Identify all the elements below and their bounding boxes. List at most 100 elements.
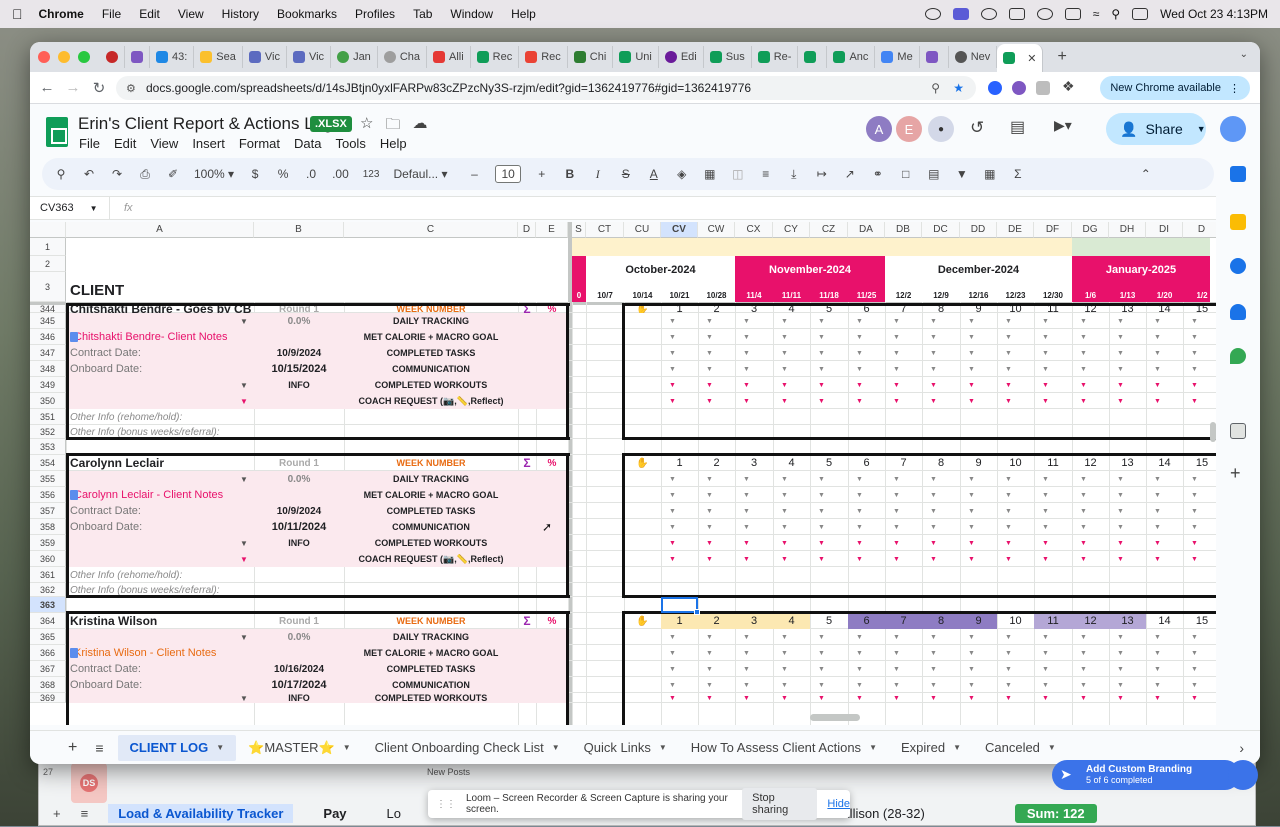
dropdown-arrow-icon[interactable]: ▼	[818, 329, 825, 345]
dropdown-arrow-icon[interactable]: ▼	[893, 629, 900, 645]
cloud-status-icon[interactable]: ☁	[412, 114, 427, 139]
dropdown-arrow-icon[interactable]: ▼	[856, 551, 863, 567]
dropdown-arrow-icon[interactable]: ▼	[669, 645, 676, 661]
row-header[interactable]: 360	[30, 551, 66, 567]
dropdown-arrow-icon[interactable]: ▼	[818, 677, 825, 693]
dropdown-arrow-icon[interactable]: ▼	[856, 329, 863, 345]
dropdown-arrow-icon[interactable]: ▼	[893, 535, 900, 551]
dropdown-arrow-icon[interactable]: ▼	[930, 693, 937, 703]
dropdown-arrow-icon[interactable]: ▼	[1154, 551, 1161, 567]
dropdown-arrow-icon[interactable]: ▼	[1117, 519, 1124, 535]
dropdown-arrow-icon[interactable]: ▼	[743, 645, 750, 661]
dropdown-arrow-icon[interactable]: ▼	[781, 503, 788, 519]
row-header[interactable]: 348	[30, 361, 66, 377]
dropdown-arrow-icon[interactable]: ▼	[781, 693, 788, 703]
row-header[interactable]: 354	[30, 455, 66, 471]
dropdown-arrow-icon[interactable]: ▼	[893, 661, 900, 677]
dropdown-arrow-icon[interactable]: ▼	[930, 629, 937, 645]
battery-icon[interactable]	[1064, 8, 1081, 20]
dropdown-arrow-icon[interactable]: ▼	[930, 487, 937, 503]
dropdown-arrow-icon[interactable]: ▼	[1191, 503, 1198, 519]
dropdown-arrow-icon[interactable]: ▼	[1117, 345, 1124, 361]
custom-branding-widget[interactable]: ➤ Add Custom Branding 5 of 6 completed	[1052, 760, 1240, 790]
dropdown-arrow-icon[interactable]: ▼	[669, 313, 676, 329]
tab[interactable]: Alli	[427, 46, 471, 68]
column-header[interactable]: B	[254, 222, 344, 238]
dropdown-arrow-icon[interactable]: ▼	[1005, 551, 1012, 567]
dropdown-arrow-icon[interactable]: ▼	[818, 345, 825, 361]
dropdown-arrow-icon[interactable]: ▼	[930, 377, 937, 393]
tab[interactable]: Chi	[568, 46, 614, 68]
dropdown-arrow-icon[interactable]: ▼	[1005, 519, 1012, 535]
column-header[interactable]: CX	[735, 222, 773, 238]
column-header[interactable]: D	[1183, 222, 1216, 238]
column-header[interactable]: DH	[1109, 222, 1146, 238]
dropdown-arrow-icon[interactable]: ▼	[856, 503, 863, 519]
dropdown-arrow-icon[interactable]: ▼	[1005, 393, 1012, 409]
dropdown-arrow-icon[interactable]: ▼	[743, 377, 750, 393]
dropdown-arrow-icon[interactable]: ▼	[706, 487, 713, 503]
dropdown-arrow-icon[interactable]: ▼	[706, 629, 713, 645]
dropdown-arrow-icon[interactable]: ▼	[968, 645, 975, 661]
dropdown-arrow-icon[interactable]: ▼	[781, 313, 788, 329]
dropdown-arrow-icon[interactable]: ▼	[1042, 693, 1049, 703]
dropdown-arrow-icon[interactable]: ▼	[1154, 377, 1161, 393]
dropdown-arrow-icon[interactable]: ▼	[669, 487, 676, 503]
close-tab-icon[interactable]: ✕	[1027, 52, 1036, 65]
dropdown-arrow-icon[interactable]: ▼	[1154, 345, 1161, 361]
dropdown-arrow-icon[interactable]: ▼	[781, 329, 788, 345]
dropdown-arrow-icon[interactable]: ▼	[893, 329, 900, 345]
name-box[interactable]: CV363 ▼	[30, 197, 110, 219]
tab[interactable]: Jan	[331, 46, 378, 68]
dropdown-arrow-icon[interactable]: ▼	[1005, 361, 1012, 377]
dropdown-arrow-icon[interactable]: ▼	[743, 551, 750, 567]
comment-icon[interactable]: □	[899, 167, 913, 181]
dropdown-arrow-icon[interactable]: ▼	[1117, 661, 1124, 677]
row-header[interactable]: 356	[30, 487, 66, 503]
tab[interactable]	[125, 46, 150, 68]
dropdown-arrow-icon[interactable]: ▼	[1005, 535, 1012, 551]
dropdown-arrow-icon[interactable]: ▼	[1117, 329, 1124, 345]
microphone-icon[interactable]	[924, 8, 941, 20]
dropdown-arrow-icon[interactable]: ▼	[1154, 535, 1161, 551]
tab[interactable]: Nev	[949, 46, 998, 68]
addon-icon[interactable]	[1230, 423, 1246, 439]
row-header[interactable]: 345	[30, 313, 66, 329]
dropdown-arrow-icon[interactable]: ▼	[818, 393, 825, 409]
reload-icon[interactable]: ↻	[86, 79, 112, 97]
dropdown-arrow-icon[interactable]: ▼	[1042, 313, 1049, 329]
dropdown-arrow-icon[interactable]: ▼	[1117, 487, 1124, 503]
dropdown-arrow-icon[interactable]: ▼	[1154, 329, 1161, 345]
dropdown-arrow-icon[interactable]: ▼	[968, 661, 975, 677]
dropdown-arrow-icon[interactable]: ▼	[1154, 629, 1161, 645]
sheet-tab-canceled[interactable]: Canceled ▼	[973, 735, 1068, 761]
dropdown-arrow-icon[interactable]: ▼	[1191, 345, 1198, 361]
drag-handle-icon[interactable]: ⋮⋮	[436, 799, 456, 810]
row-header[interactable]: 364	[30, 613, 66, 629]
dropdown-arrow-icon[interactable]: ▼	[706, 519, 713, 535]
row-header[interactable]: 367	[30, 661, 66, 677]
decrease-decimal-button[interactable]: .0	[304, 167, 318, 181]
dropdown-arrow-icon[interactable]: ▼	[706, 551, 713, 567]
dropdown-arrow-icon[interactable]: ▼	[240, 629, 248, 645]
column-header[interactable]: CU	[624, 222, 661, 238]
row-header[interactable]: 369	[30, 693, 66, 703]
dropdown-arrow-icon[interactable]: ▼	[818, 661, 825, 677]
dropdown-arrow-icon[interactable]: ▼	[818, 551, 825, 567]
dropdown-arrow-icon[interactable]: ▼	[818, 629, 825, 645]
dropdown-arrow-icon[interactable]: ▼	[818, 487, 825, 503]
dropdown-arrow-icon[interactable]: ▼	[1080, 551, 1087, 567]
dropdown-arrow-icon[interactable]: ▼	[968, 471, 975, 487]
tab[interactable]	[100, 46, 125, 68]
dropdown-arrow-icon[interactable]: ▼	[1005, 377, 1012, 393]
dropdown-arrow-icon[interactable]: ▼	[1154, 519, 1161, 535]
dropdown-arrow-icon[interactable]: ▼	[1080, 377, 1087, 393]
dropdown-arrow-icon[interactable]: ▼	[856, 377, 863, 393]
dropdown-arrow-icon[interactable]: ▼	[706, 377, 713, 393]
dropdown-arrow-icon[interactable]: ▼	[893, 519, 900, 535]
maps-icon[interactable]	[1230, 348, 1246, 364]
dropdown-arrow-icon[interactable]: ▼	[1117, 693, 1124, 703]
row-header[interactable]: 358	[30, 519, 66, 535]
dropdown-arrow-icon[interactable]: ▼	[1080, 661, 1087, 677]
dropdown-arrow-icon[interactable]: ▼	[669, 393, 676, 409]
